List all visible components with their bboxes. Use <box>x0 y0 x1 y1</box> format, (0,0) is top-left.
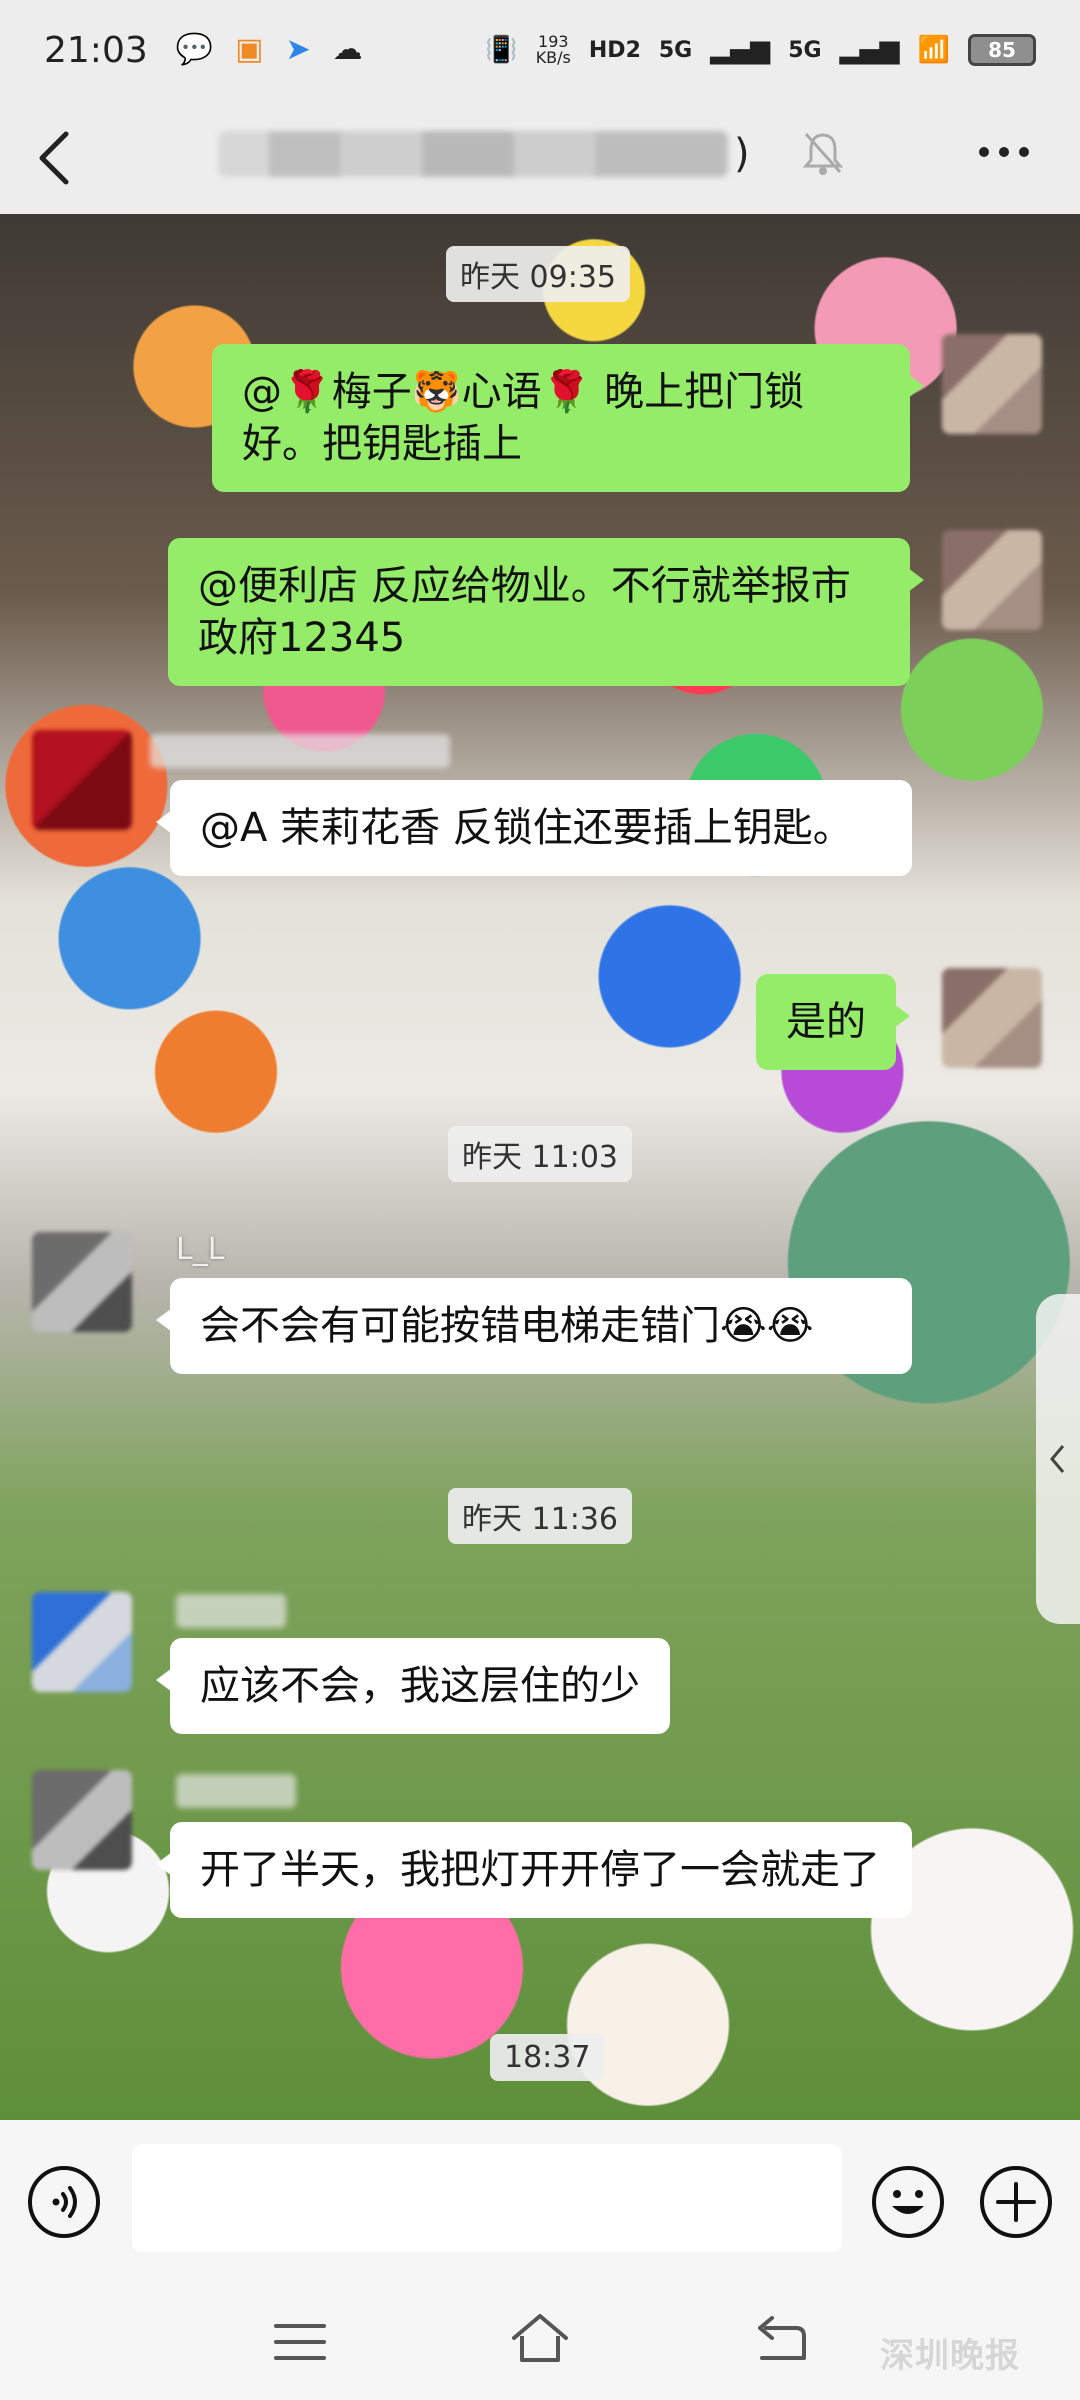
signal-2: 5G <box>788 37 822 63</box>
mute-icon <box>802 132 844 175</box>
status-indicators: 📳 193 KB/s HD2 5G ▂▄▆ 5G ▂▄▆ 📶 85 <box>485 34 1036 66</box>
chevron-left-icon <box>1050 1445 1065 1473</box>
sender-name: L_L <box>176 1232 225 1267</box>
side-drawer-tab[interactable] <box>1036 1294 1080 1624</box>
sender-name-redacted <box>176 1594 286 1628</box>
weather-icon: ☁ <box>332 32 363 67</box>
chat-header: ) <box>0 100 1080 214</box>
status-bar: 21:03 💬 ▣ ➤ ☁ 📳 193 KB/s HD2 5G ▂▄▆ 5G ▂… <box>0 0 1080 100</box>
net-speed: 193 KB/s <box>536 34 571 66</box>
sender-name-redacted <box>150 734 450 768</box>
app-icon: ▣ <box>235 32 264 67</box>
chat-title-redacted <box>218 131 728 177</box>
avatar-contact[interactable] <box>32 730 132 830</box>
avatar-self[interactable] <box>942 334 1042 434</box>
notification-icons: 💬 ▣ ➤ ☁ <box>176 35 363 65</box>
status-time: 21:03 <box>44 29 148 71</box>
signal-bars-icon: ▂▄▆ <box>710 35 771 65</box>
send-icon: ➤ <box>285 32 311 67</box>
input-bar <box>0 2120 1080 2280</box>
hd-icon: HD2 <box>588 37 641 63</box>
message-incoming[interactable]: 应该不会，我这层住的少 <box>156 1638 670 1734</box>
message-outgoing[interactable]: @🌹梅子🐯心语🌹 晚上把门锁好。把钥匙插上 <box>212 344 924 492</box>
message-incoming[interactable]: 会不会有可能按错电梯走错门😭😭 <box>156 1278 912 1374</box>
watermark: 深圳晚报 <box>880 2336 1020 2376</box>
message-incoming[interactable]: 开了半天，我把灯开开停了一会就走了 <box>156 1822 912 1918</box>
chat-title-tail: ) <box>734 131 750 177</box>
avatar-self[interactable] <box>942 968 1042 1068</box>
net-speed-unit: KB/s <box>535 48 571 67</box>
menu-icon[interactable] <box>272 2320 328 2364</box>
emoji-icon[interactable] <box>870 2164 946 2240</box>
timestamp: 18:37 <box>490 2034 605 2081</box>
message-outgoing[interactable]: @便利店 反应给物业。不行就举报市政府12345 <box>168 538 924 686</box>
message-incoming[interactable]: @A 茉莉花香 反锁住还要插上钥匙。 <box>156 780 912 876</box>
avatar-self[interactable] <box>942 530 1042 630</box>
more-icon[interactable] <box>978 142 1030 162</box>
signal-bars-icon-2: ▂▄▆ <box>839 35 900 65</box>
avatar-contact[interactable] <box>32 1770 132 1870</box>
signal-1: 5G <box>658 37 693 63</box>
wechat-icon: 💬 <box>175 32 214 67</box>
wifi-icon: 📶 <box>917 35 950 65</box>
back-icon[interactable] <box>34 128 74 188</box>
home-icon[interactable] <box>508 2310 572 2366</box>
message-outgoing[interactable]: 是的 <box>756 974 910 1070</box>
chat-message-list[interactable]: 昨天 09:35 @🌹梅子🐯心语🌹 晚上把门锁好。把钥匙插上 @便利店 反应给物… <box>0 214 1080 2120</box>
nav-back-icon[interactable] <box>752 2314 808 2366</box>
timestamp: 昨天 11:36 <box>448 1488 632 1544</box>
system-nav-bar: 深圳晚报 <box>0 2280 1080 2400</box>
sender-name-redacted <box>176 1774 296 1808</box>
avatar-contact[interactable] <box>32 1232 132 1332</box>
timestamp: 昨天 11:03 <box>448 1126 632 1182</box>
avatar-contact[interactable] <box>32 1592 132 1692</box>
vibrate-icon: 📳 <box>485 35 518 65</box>
timestamp: 昨天 09:35 <box>446 246 630 302</box>
voice-icon[interactable] <box>26 2164 102 2240</box>
chat-title: ) <box>218 124 758 184</box>
plus-icon[interactable] <box>978 2164 1054 2240</box>
message-input[interactable] <box>132 2144 842 2252</box>
battery-indicator: 85 <box>968 34 1036 66</box>
